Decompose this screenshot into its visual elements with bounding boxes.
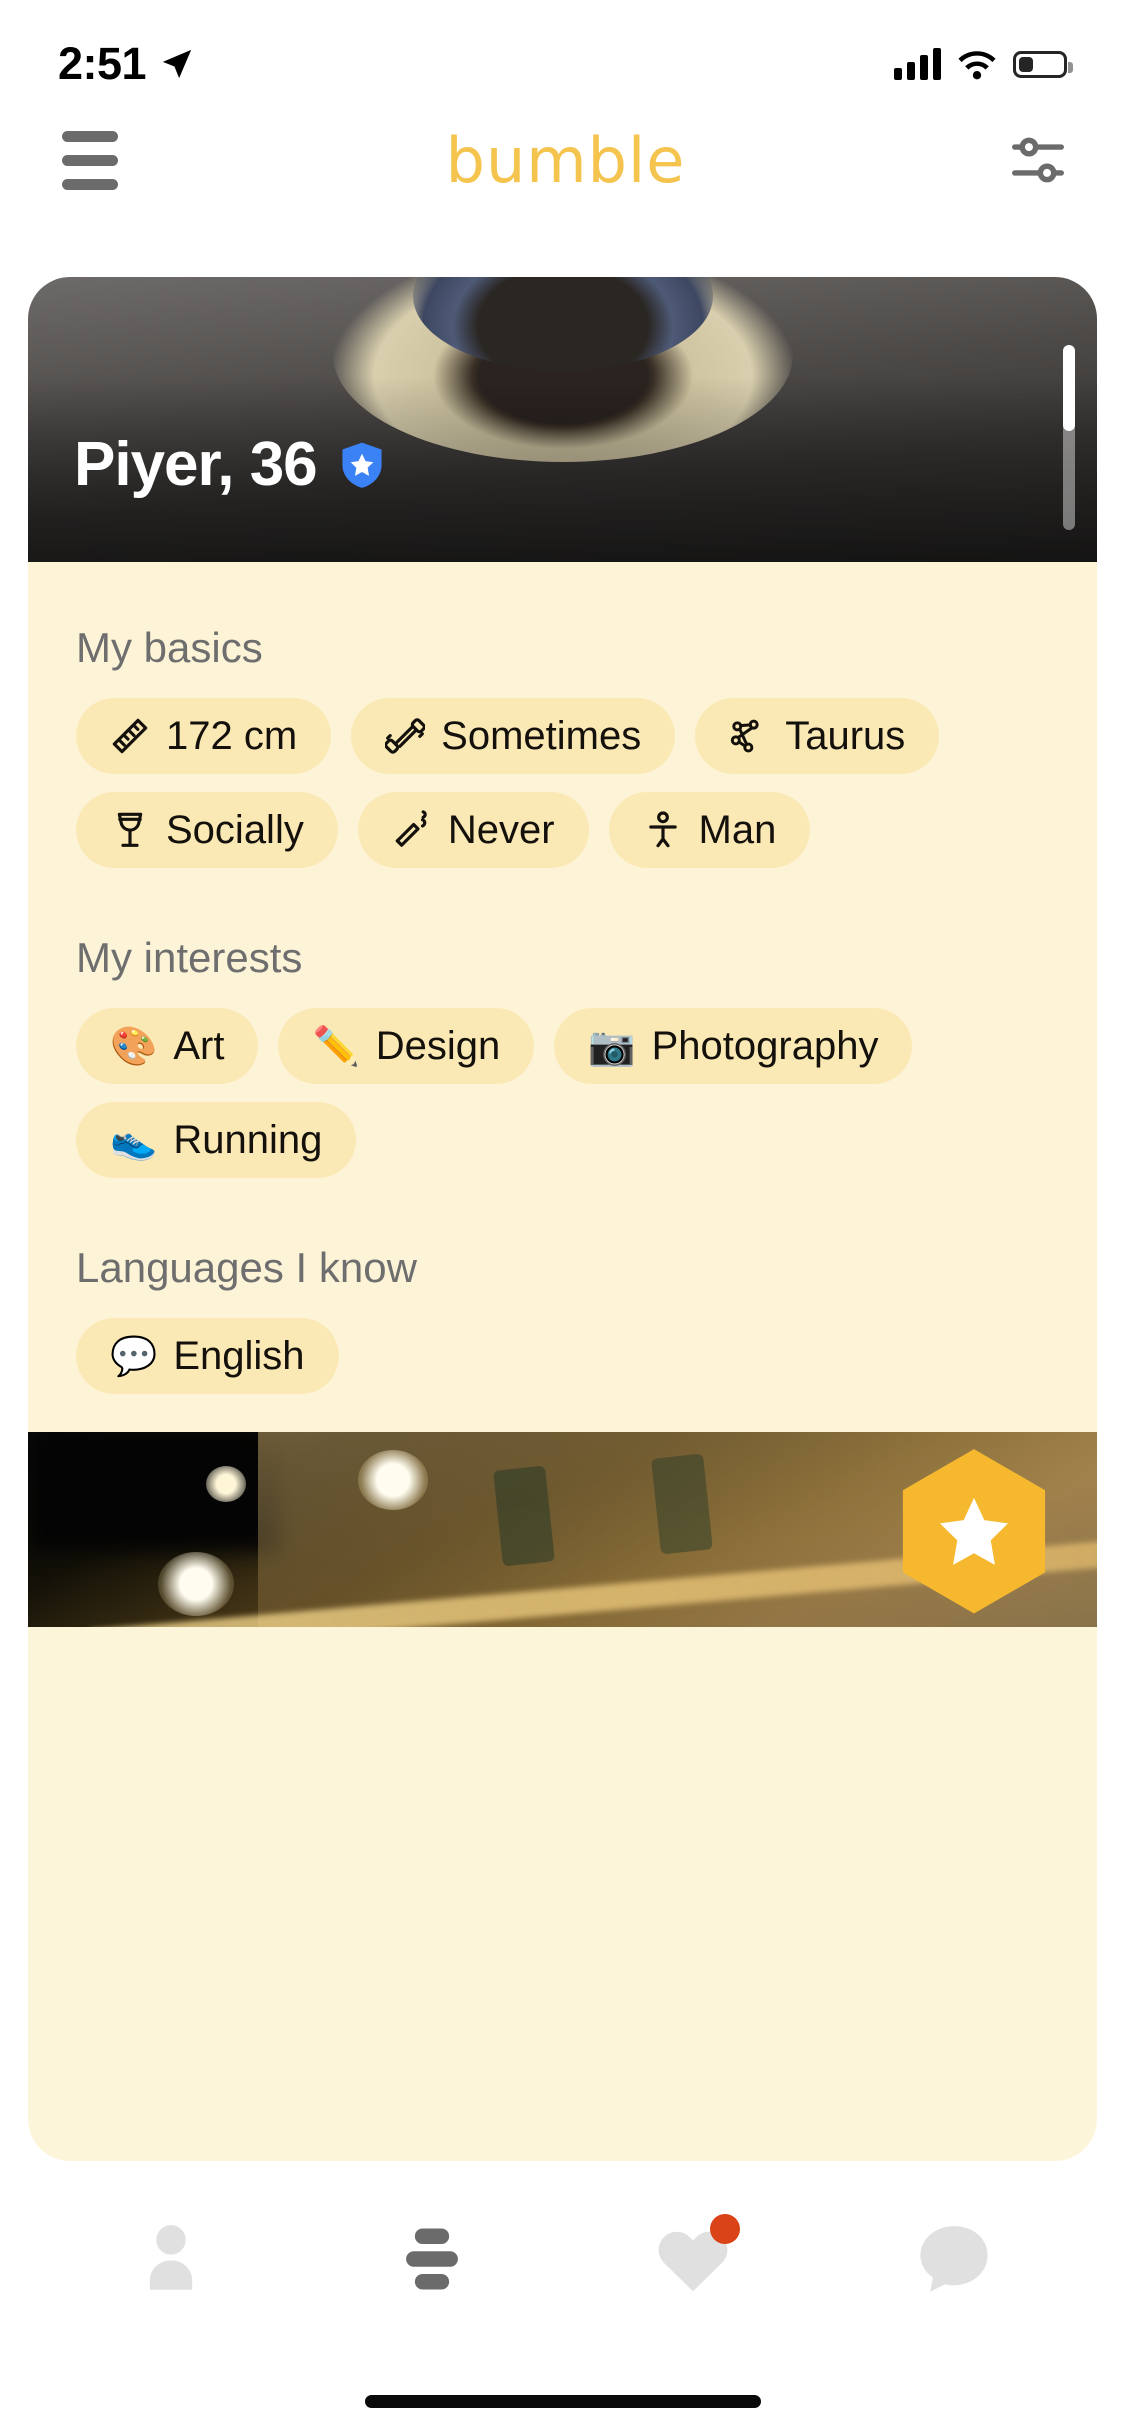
home-indicator [364, 2395, 761, 2408]
chip-label: Photography [651, 1024, 879, 1068]
chip-interest-design[interactable]: ✏️ Design [278, 1008, 535, 1084]
chip-height[interactable]: 172 cm [76, 698, 332, 774]
section-my-basics: My basics 172 cm Sometimes Taurus Social… [76, 624, 1049, 868]
tab-profile[interactable] [96, 2204, 246, 2314]
tab-discover[interactable] [357, 2204, 507, 2314]
stacked-bars-icon [405, 2228, 458, 2290]
chip-interest-photography[interactable]: 📷 Photography [554, 1008, 913, 1084]
chip-label: Art [173, 1024, 225, 1068]
tab-beeline[interactable] [618, 2204, 768, 2314]
chip-label: English [173, 1334, 305, 1378]
dumbbell-icon [385, 718, 426, 754]
battery-low-icon [1013, 50, 1073, 78]
section-title: My interests [76, 934, 303, 981]
section-title: Languages I know [76, 1244, 417, 1291]
bottom-tab-bar [0, 2174, 1125, 2344]
tab-chat[interactable] [879, 2204, 1029, 2314]
status-time: 2:51 [58, 38, 147, 89]
cellular-signal-icon [894, 48, 941, 80]
chip-label: Taurus [785, 714, 906, 758]
hamburger-menu-icon[interactable] [56, 125, 124, 196]
chip-label: 172 cm [166, 714, 298, 758]
status-bar-left: 2:51 [58, 38, 194, 90]
location-arrow-icon [162, 49, 192, 79]
section-my-interests: My interests 🎨 Art ✏️ Design 📷 Photograp… [76, 934, 1049, 1178]
profile-photo-secondary[interactable] [28, 1432, 1097, 1627]
profile-photo-primary[interactable]: Piyer, 36 [28, 277, 1097, 562]
chip-drinking[interactable]: Socially [76, 792, 338, 868]
wine-glass-icon [117, 812, 143, 847]
pencil-icon: ✏️ [312, 1024, 360, 1068]
chip-label: Never [447, 808, 555, 852]
chip-star-sign[interactable]: Taurus [695, 698, 940, 774]
chip-list: 🎨 Art ✏️ Design 📷 Photography 👟 Running [76, 1008, 1049, 1178]
status-bar-right [894, 48, 1073, 80]
person-icon [149, 2225, 192, 2290]
camera-icon: 📷 [588, 1024, 636, 1068]
chip-exercise[interactable]: Sometimes [351, 698, 676, 774]
speech-balloon-icon: 💬 [110, 1334, 158, 1378]
profile-name-age: Piyer, 36 [74, 430, 318, 499]
chip-interest-running[interactable]: 👟 Running [76, 1102, 357, 1178]
profile-card[interactable]: Piyer, 36 My basics 172 cm Sometimes Tau… [28, 277, 1097, 2161]
chip-list: 💬 English [76, 1318, 1049, 1394]
chip-label: Design [375, 1024, 501, 1068]
profile-info-panel: My basics 172 cm Sometimes Taurus Social… [28, 562, 1097, 1432]
zodiac-taurus-icon [731, 719, 759, 753]
cigarette-icon [395, 810, 427, 847]
chip-smoking[interactable]: Never [357, 792, 589, 868]
chip-list: 172 cm Sometimes Taurus Socially Never M… [76, 698, 1049, 868]
art-palette-icon: 🎨 [110, 1024, 158, 1068]
gender-man-icon [648, 811, 677, 848]
app-header: bumble [0, 100, 1125, 220]
star-icon [939, 1497, 1009, 1565]
chip-label: Man [698, 808, 777, 852]
chip-label: Sometimes [441, 714, 642, 758]
app-screen: 2:51 bumble Piyer, 36 My basics 172 cm S… [0, 0, 1125, 2436]
running-shoe-icon: 👟 [110, 1118, 158, 1162]
ruler-icon [112, 718, 148, 754]
profile-name-row: Piyer, 36 [74, 429, 385, 500]
chip-label: Socially [166, 808, 304, 852]
status-bar: 2:51 [0, 0, 1125, 100]
verified-shield-star-icon [342, 442, 382, 488]
chip-label: Running [173, 1118, 323, 1162]
app-logo: bumble [445, 123, 686, 197]
photo-scroll-indicator[interactable] [1063, 345, 1075, 530]
filter-sliders-icon[interactable] [1007, 129, 1069, 191]
chat-bubble-icon [920, 2226, 988, 2292]
notification-badge [710, 2214, 741, 2244]
section-languages: Languages I know 💬 English [76, 1244, 1049, 1394]
section-title: My basics [76, 624, 263, 671]
chip-language-english[interactable]: 💬 English [76, 1318, 339, 1394]
chip-gender[interactable]: Man [608, 792, 811, 868]
photo-gradient-overlay [28, 277, 1097, 562]
superswipe-button[interactable] [895, 1446, 1053, 1618]
chip-interest-art[interactable]: 🎨 Art [76, 1008, 259, 1084]
photo-scroll-thumb[interactable] [1063, 345, 1075, 431]
wifi-icon [958, 51, 996, 80]
